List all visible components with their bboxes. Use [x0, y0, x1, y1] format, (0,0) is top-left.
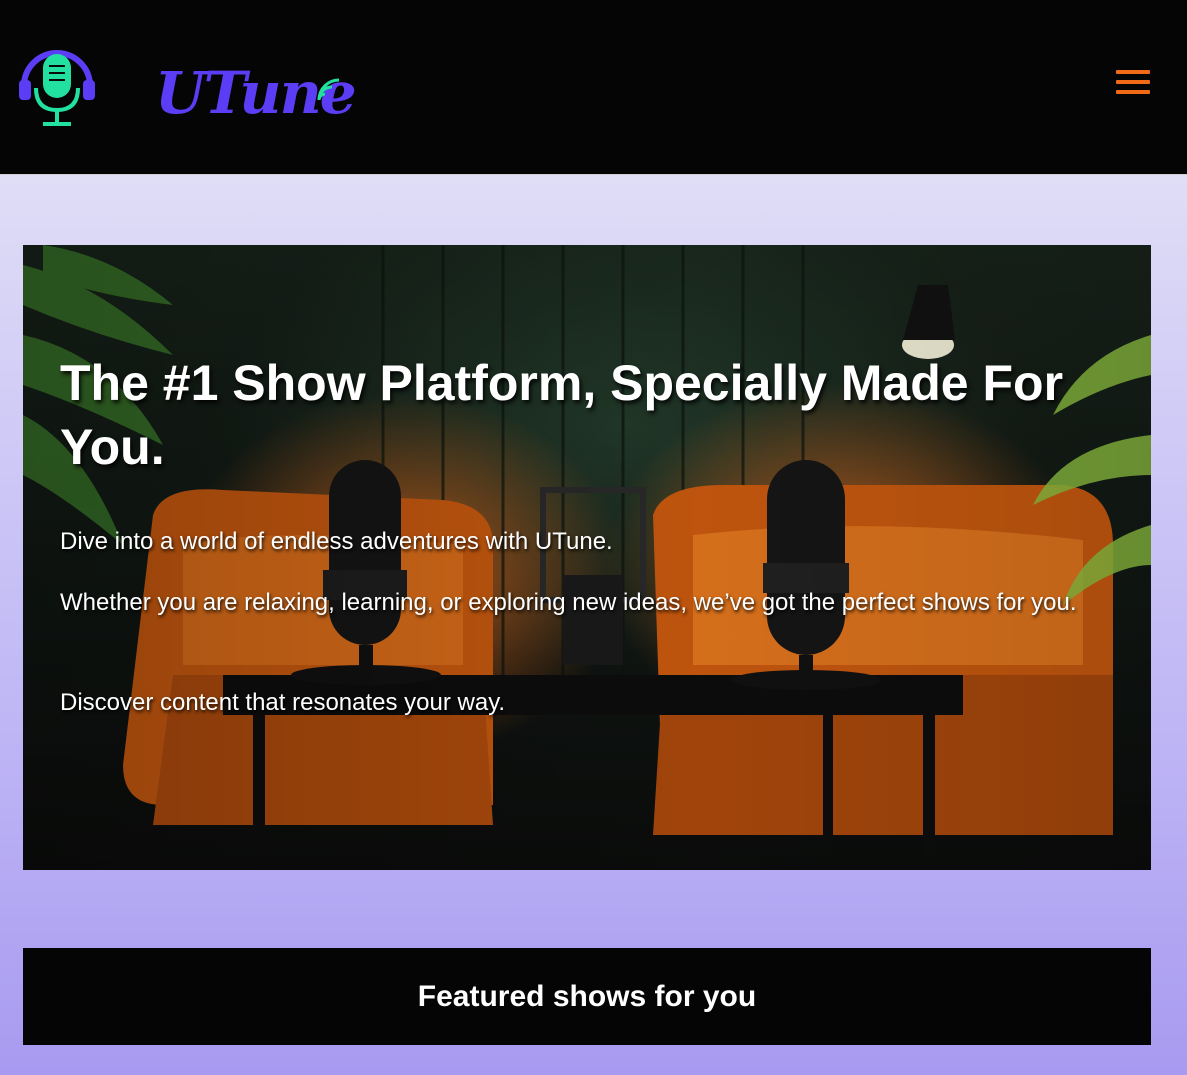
hero-paragraph-2: Whether you are relaxing, learning, or e… — [60, 589, 1077, 616]
hero-title: The #1 Show Platform, Specially Made For… — [60, 355, 1064, 475]
headphone-microphone-icon[interactable] — [16, 44, 98, 130]
menu-line — [1116, 80, 1150, 84]
signal-waves-icon — [317, 78, 340, 101]
menu-line — [1116, 90, 1150, 94]
featured-shows-title: Featured shows for you — [417, 979, 757, 1013]
hamburger-menu-icon[interactable] — [1116, 70, 1156, 102]
hero-paragraph-3: Discover content that resonates your way… — [60, 689, 506, 716]
brand-logo[interactable]: UTune — [155, 58, 357, 128]
hero-banner: The #1 Show Platform, Specially Made For… — [23, 245, 1151, 870]
featured-shows-header: Featured shows for you — [23, 948, 1151, 1045]
hero-paragraph-1: Dive into a world of endless adventures … — [60, 528, 613, 555]
top-navbar: UTune — [0, 0, 1187, 175]
menu-line — [1116, 70, 1150, 74]
